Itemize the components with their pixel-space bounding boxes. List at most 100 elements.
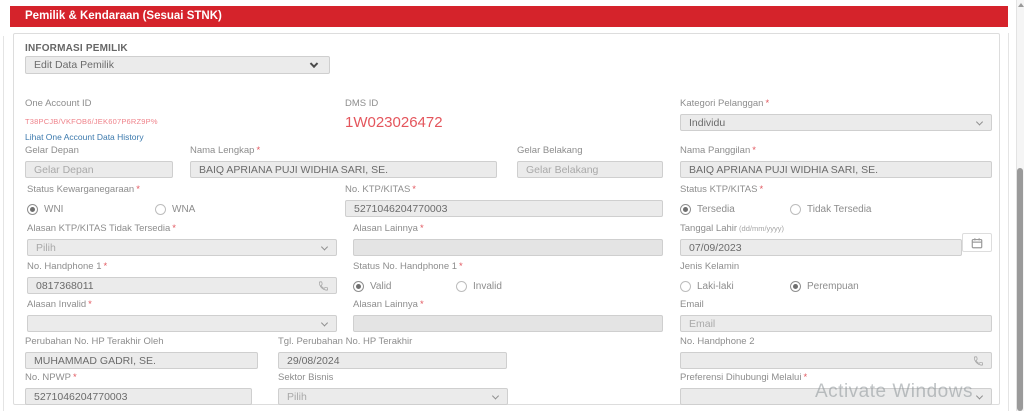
- radio-wni[interactable]: WNI: [27, 204, 155, 215]
- tanggal-lahir-group: Tanggal Lahir(dd/mm/yyyy) 07/09/2023: [680, 223, 962, 256]
- perubahan-hp-oleh-input[interactable]: MUHAMMAD GADRI, SE.: [25, 352, 258, 369]
- no-npwp-label: No. NPWP: [25, 372, 71, 383]
- tanggal-lahir-input[interactable]: 07/09/2023: [680, 239, 962, 256]
- phone-icon: [318, 280, 329, 291]
- chevron-down-icon: [976, 392, 983, 399]
- radio-icon: [456, 281, 467, 292]
- phone-icon: [973, 355, 984, 366]
- preferensi-dihubungi-label: Preferensi Dihubungi Melalui: [680, 372, 801, 383]
- radio-perempuan[interactable]: Perempuan: [790, 281, 859, 292]
- radio-icon: [680, 281, 691, 292]
- alasan-ktp-group: Alasan KTP/KITAS Tidak Tersedia* Pilih: [27, 223, 337, 256]
- jenis-kelamin-group: Jenis Kelamin Laki-laki Perempuan: [680, 261, 859, 292]
- alasan-lainnya-1-group: Alasan Lainnya*: [353, 223, 663, 256]
- gelar-belakang-input[interactable]: Gelar Belakang: [517, 161, 663, 178]
- no-npwp-group: No. NPWP* 5271046204770003: [25, 372, 252, 405]
- activate-windows-watermark: Activate Windows: [815, 381, 973, 403]
- nama-lengkap-label: Nama Lengkap: [190, 145, 254, 156]
- chevron-down-icon: [321, 243, 328, 250]
- no-ktp-kitas-group: No. KTP/KITAS* 5271046204770003: [345, 184, 663, 217]
- date-picker-button[interactable]: [962, 233, 992, 252]
- email-group: Email Email: [680, 299, 992, 332]
- gelar-depan-input[interactable]: Gelar Depan: [25, 161, 173, 178]
- outer-left-border: [3, 36, 4, 411]
- kategori-pelanggan-group: Kategori Pelanggan* Individu: [680, 98, 992, 131]
- alasan-invalid-label: Alasan Invalid: [27, 299, 86, 310]
- no-handphone-1-group: No. Handphone 1* 0817368011: [27, 261, 337, 294]
- nama-panggilan-input[interactable]: BAIQ APRIANA PUJI WIDHIA SARI, SE.: [680, 161, 992, 178]
- alasan-lainnya-2-input[interactable]: [353, 315, 663, 332]
- no-handphone-1-input[interactable]: 0817368011: [27, 277, 337, 294]
- radio-valid[interactable]: Valid: [353, 281, 456, 292]
- gelar-depan-group: Gelar Depan Gelar Depan: [25, 145, 173, 178]
- no-ktp-kitas-label: No. KTP/KITAS: [345, 184, 410, 195]
- section-title: INFORMASI PEMILIK: [25, 43, 128, 54]
- alasan-ktp-select[interactable]: Pilih: [27, 239, 337, 256]
- no-handphone-2-input[interactable]: [680, 352, 992, 369]
- one-account-id-label: One Account ID: [25, 98, 158, 109]
- status-ktp-kitas-group: Status KTP/KITAS* Tersedia Tidak Tersedi…: [680, 184, 871, 215]
- mode-select-group: Edit Data Pemilik: [25, 56, 330, 74]
- one-account-id-value: T38PCJB/VKFOB6/JEK607P6RZ9P%: [25, 117, 158, 126]
- no-handphone-2-group: No. Handphone 2: [680, 336, 992, 369]
- outer-right-border: [1008, 33, 1009, 411]
- radio-invalid[interactable]: Invalid: [456, 281, 502, 292]
- gelar-depan-label: Gelar Depan: [25, 145, 173, 156]
- tanggal-lahir-label: Tanggal Lahir: [680, 223, 737, 234]
- radio-tidak-tersedia[interactable]: Tidak Tersedia: [790, 204, 871, 215]
- alasan-lainnya-2-label: Alasan Lainnya: [353, 299, 418, 310]
- kategori-pelanggan-select[interactable]: Individu: [680, 114, 992, 131]
- alasan-invalid-select[interactable]: [27, 315, 337, 332]
- no-npwp-input[interactable]: 5271046204770003: [25, 388, 252, 405]
- sektor-bisnis-select[interactable]: Pilih: [278, 388, 508, 405]
- radio-icon: [790, 204, 801, 215]
- sektor-bisnis-label: Sektor Bisnis: [278, 372, 508, 383]
- one-account-id-group: One Account ID T38PCJB/VKFOB6/JEK607P6RZ…: [25, 98, 158, 142]
- alasan-lainnya-1-input[interactable]: [353, 239, 663, 256]
- status-kewarganegaraan-label: Status Kewarganegaraan: [27, 184, 134, 195]
- chevron-down-icon: [321, 319, 328, 326]
- radio-wna[interactable]: WNA: [155, 204, 195, 215]
- perubahan-hp-oleh-group: Perubahan No. HP Terakhir Oleh MUHAMMAD …: [25, 336, 258, 369]
- tgl-perubahan-hp-group: Tgl. Perubahan No. HP Terakhir 29/08/202…: [278, 336, 507, 369]
- owner-vehicle-form-screen: Pemilik & Kendaraan (Sesuai STNK) INFORM…: [0, 0, 1024, 411]
- one-account-history-link[interactable]: Lihat One Account Data History: [25, 132, 158, 142]
- radio-icon: [155, 204, 166, 215]
- tgl-perubahan-hp-input[interactable]: 29/08/2024: [278, 352, 507, 369]
- alasan-ktp-label: Alasan KTP/KITAS Tidak Tersedia: [27, 223, 170, 234]
- no-ktp-kitas-input[interactable]: 5271046204770003: [345, 200, 663, 217]
- nama-lengkap-group: Nama Lengkap* BAIQ APRIANA PUJI WIDHIA S…: [190, 145, 497, 178]
- radio-icon: [353, 281, 364, 292]
- perubahan-hp-oleh-label: Perubahan No. HP Terakhir Oleh: [25, 336, 258, 347]
- nama-lengkap-input[interactable]: BAIQ APRIANA PUJI WIDHIA SARI, SE.: [190, 161, 497, 178]
- chevron-down-icon: [310, 60, 318, 68]
- gelar-belakang-group: Gelar Belakang Gelar Belakang: [517, 145, 663, 178]
- radio-laki-laki[interactable]: Laki-laki: [680, 281, 790, 292]
- scrollbar-thumb[interactable]: [1017, 168, 1023, 411]
- tgl-perubahan-hp-label: Tgl. Perubahan No. HP Terakhir: [278, 336, 507, 347]
- no-handphone-1-label: No. Handphone 1: [27, 261, 101, 272]
- nama-panggilan-label: Nama Panggilan: [680, 145, 750, 156]
- status-kewarganegaraan-group: Status Kewarganegaraan* WNI WNA: [27, 184, 195, 215]
- alasan-lainnya-1-label: Alasan Lainnya: [353, 223, 418, 234]
- email-label: Email: [680, 299, 992, 310]
- no-handphone-2-label: No. Handphone 2: [680, 336, 992, 347]
- status-no-handphone-1-label: Status No. Handphone 1: [353, 261, 457, 272]
- panel-title: Pemilik & Kendaraan (Sesuai STNK): [25, 10, 222, 22]
- kategori-pelanggan-label: Kategori Pelanggan: [680, 98, 763, 109]
- mode-select[interactable]: Edit Data Pemilik: [25, 56, 330, 74]
- alasan-invalid-group: Alasan Invalid*: [27, 299, 337, 332]
- gelar-belakang-label: Gelar Belakang: [517, 145, 663, 156]
- jenis-kelamin-label: Jenis Kelamin: [680, 261, 859, 272]
- radio-icon: [27, 204, 38, 215]
- dms-id-label: DMS ID: [345, 98, 443, 109]
- radio-tersedia[interactable]: Tersedia: [680, 204, 790, 215]
- radio-icon: [790, 281, 801, 292]
- alasan-lainnya-2-group: Alasan Lainnya*: [353, 299, 663, 332]
- email-input[interactable]: Email: [680, 315, 992, 332]
- calendar-icon: [971, 237, 983, 249]
- panel-header: Pemilik & Kendaraan (Sesuai STNK): [10, 6, 1008, 27]
- scrollbar-up-arrow[interactable]: [1018, 3, 1024, 7]
- radio-icon: [680, 204, 691, 215]
- status-ktp-kitas-label: Status KTP/KITAS: [680, 184, 757, 195]
